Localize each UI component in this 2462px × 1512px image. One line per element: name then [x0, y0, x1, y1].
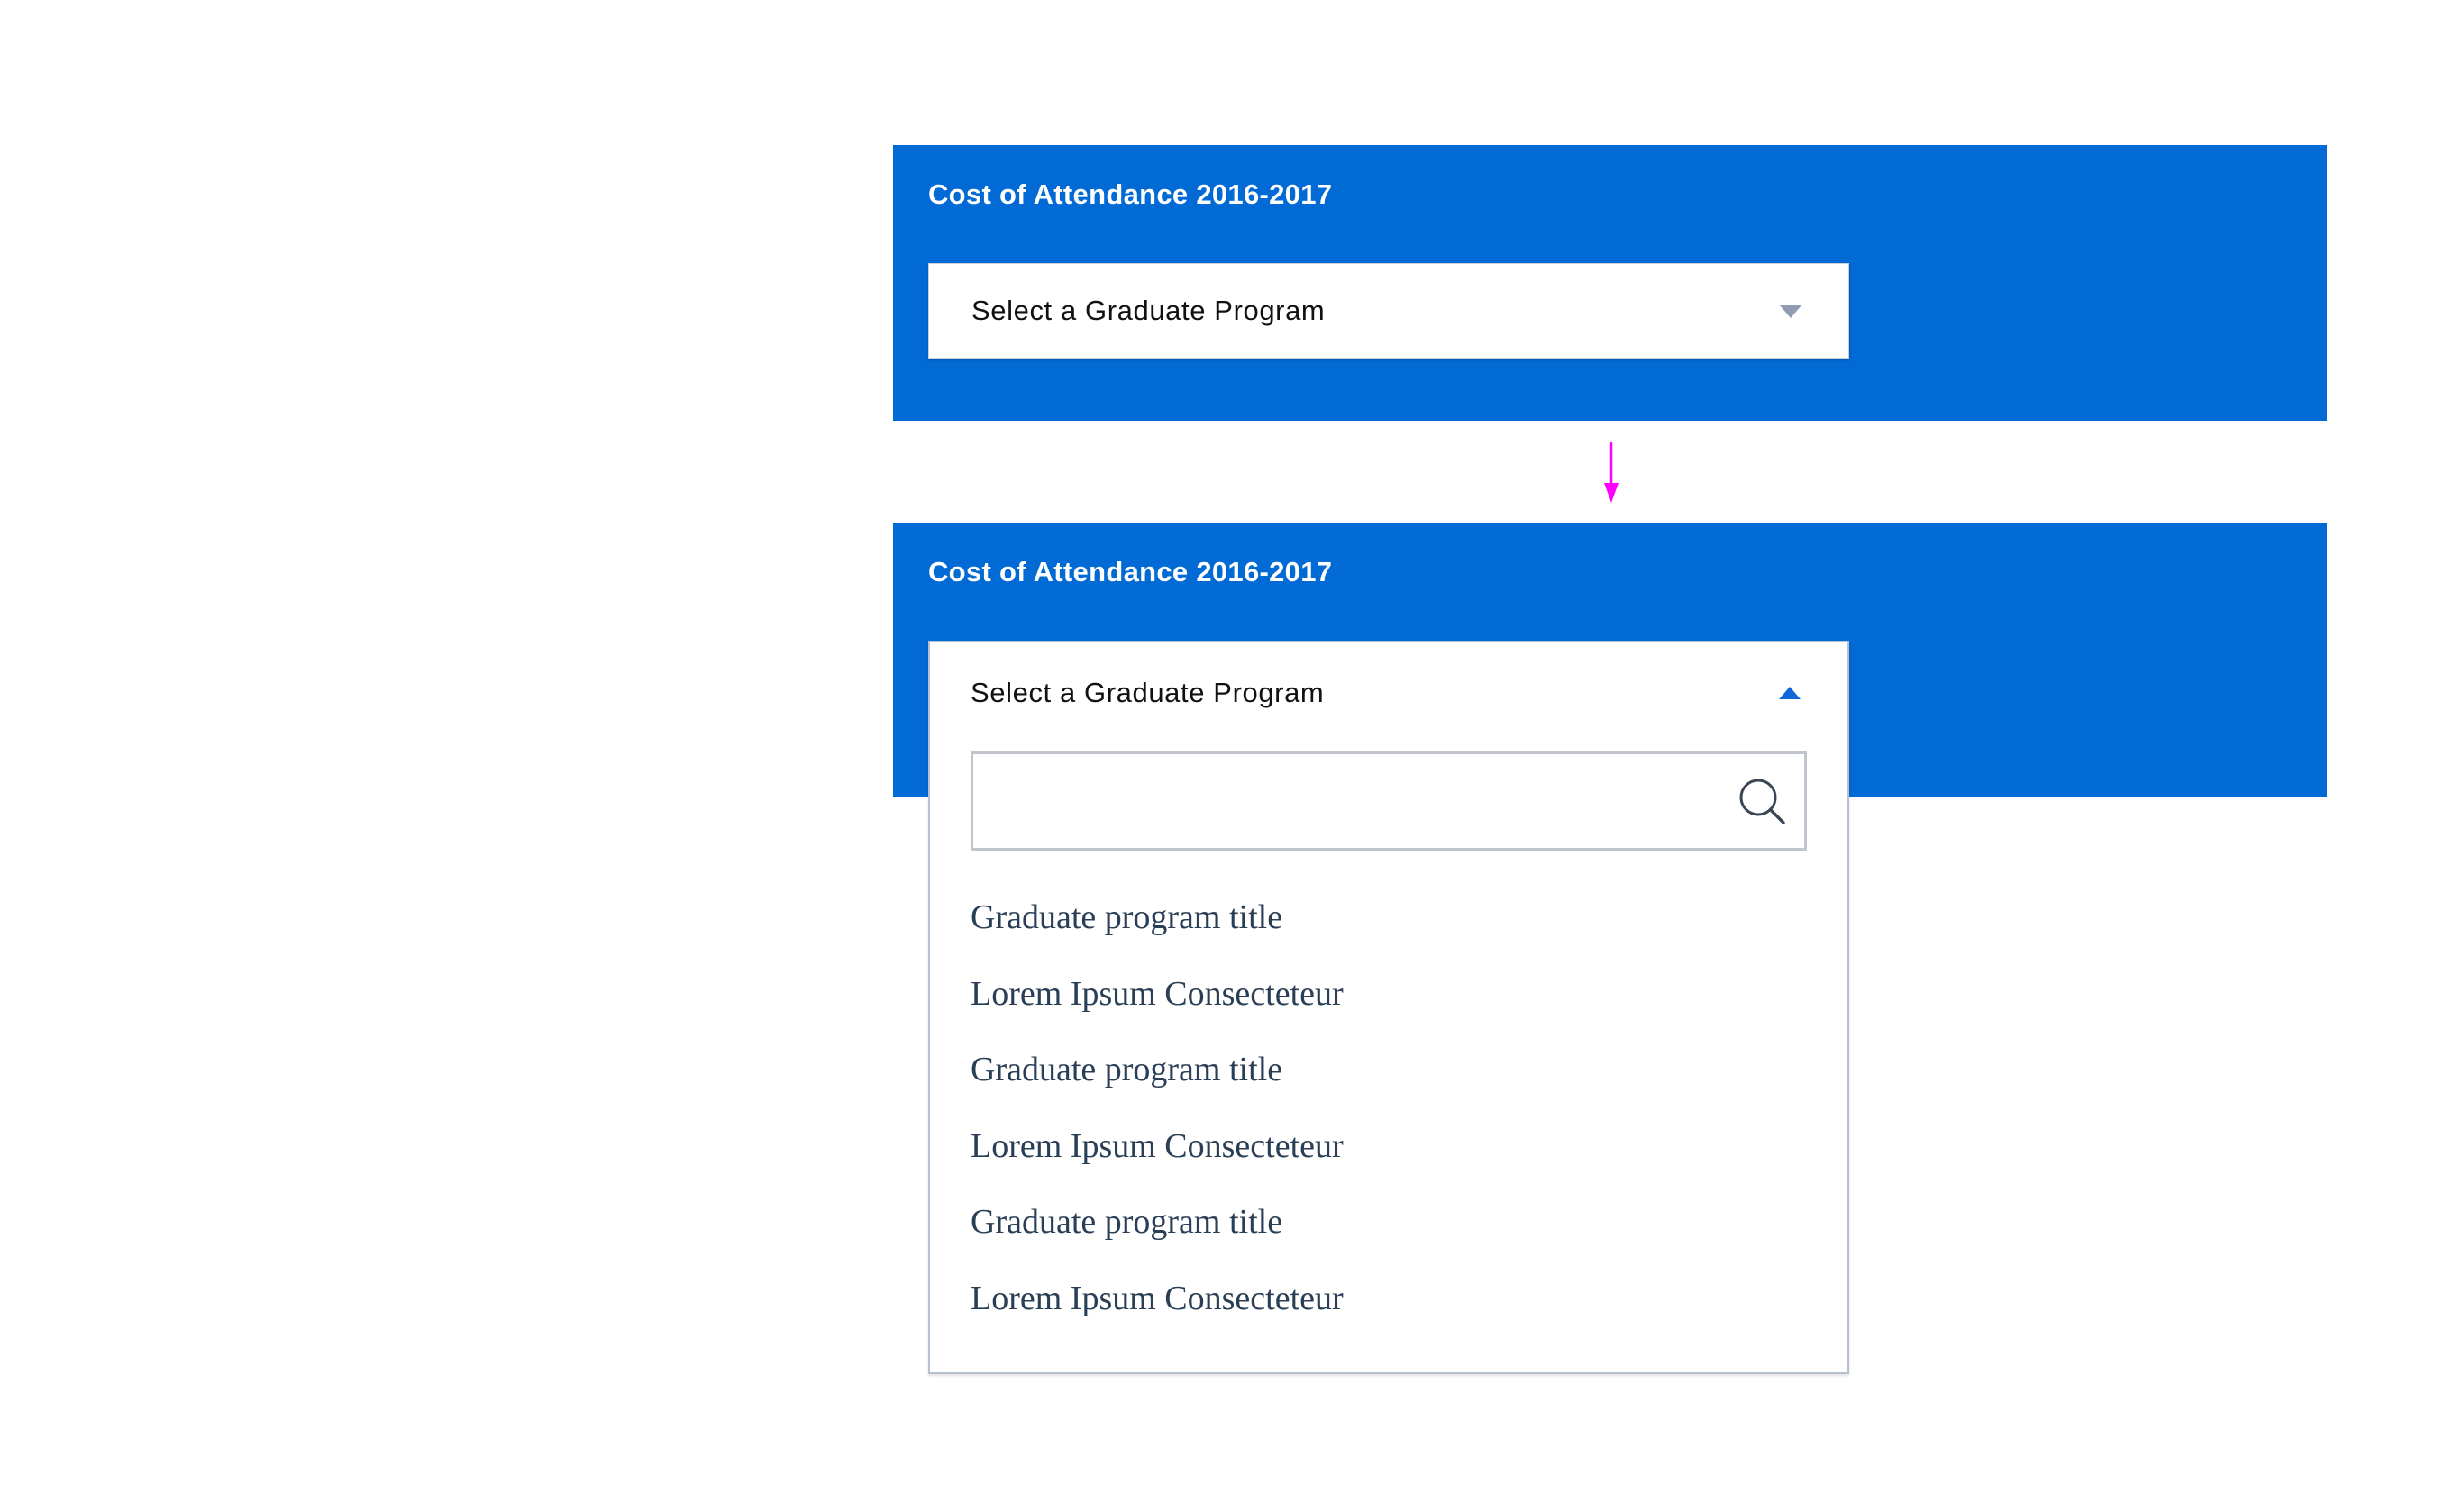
program-search-input[interactable] — [986, 763, 1725, 839]
select-label: Select a Graduate Program — [971, 295, 1326, 326]
graduate-program-select-expanded[interactable]: Select a Graduate Program — [930, 642, 1847, 743]
graduate-program-select-collapsed[interactable]: Select a Graduate Program — [928, 263, 1849, 359]
program-option[interactable]: Graduate program title — [971, 1032, 1782, 1108]
graduate-program-dropdown-open: Select a Graduate Program Graduate progr… — [928, 641, 1849, 1374]
select-label: Select a Graduate Program — [971, 677, 1325, 708]
program-option[interactable]: Graduate program title — [971, 1184, 1782, 1261]
search-icon[interactable] — [1736, 776, 1790, 830]
chevron-down-icon — [1780, 305, 1801, 318]
program-option[interactable]: Lorem Ipsum Consecteteur — [971, 1108, 1782, 1185]
panel-title: Cost of Attendance 2016-2017 — [928, 556, 1333, 587]
program-search-box — [971, 751, 1807, 851]
chevron-up-icon — [1779, 687, 1801, 699]
panel-title: Cost of Attendance 2016-2017 — [928, 178, 1333, 210]
program-option-list: Graduate program title Lorem Ipsum Conse… — [971, 879, 1782, 1336]
program-option[interactable]: Graduate program title — [971, 879, 1782, 956]
arrow-down-icon — [1604, 442, 1619, 503]
program-option[interactable]: Lorem Ipsum Consecteteur — [971, 1261, 1782, 1337]
program-option[interactable]: Lorem Ipsum Consecteteur — [971, 956, 1782, 1033]
